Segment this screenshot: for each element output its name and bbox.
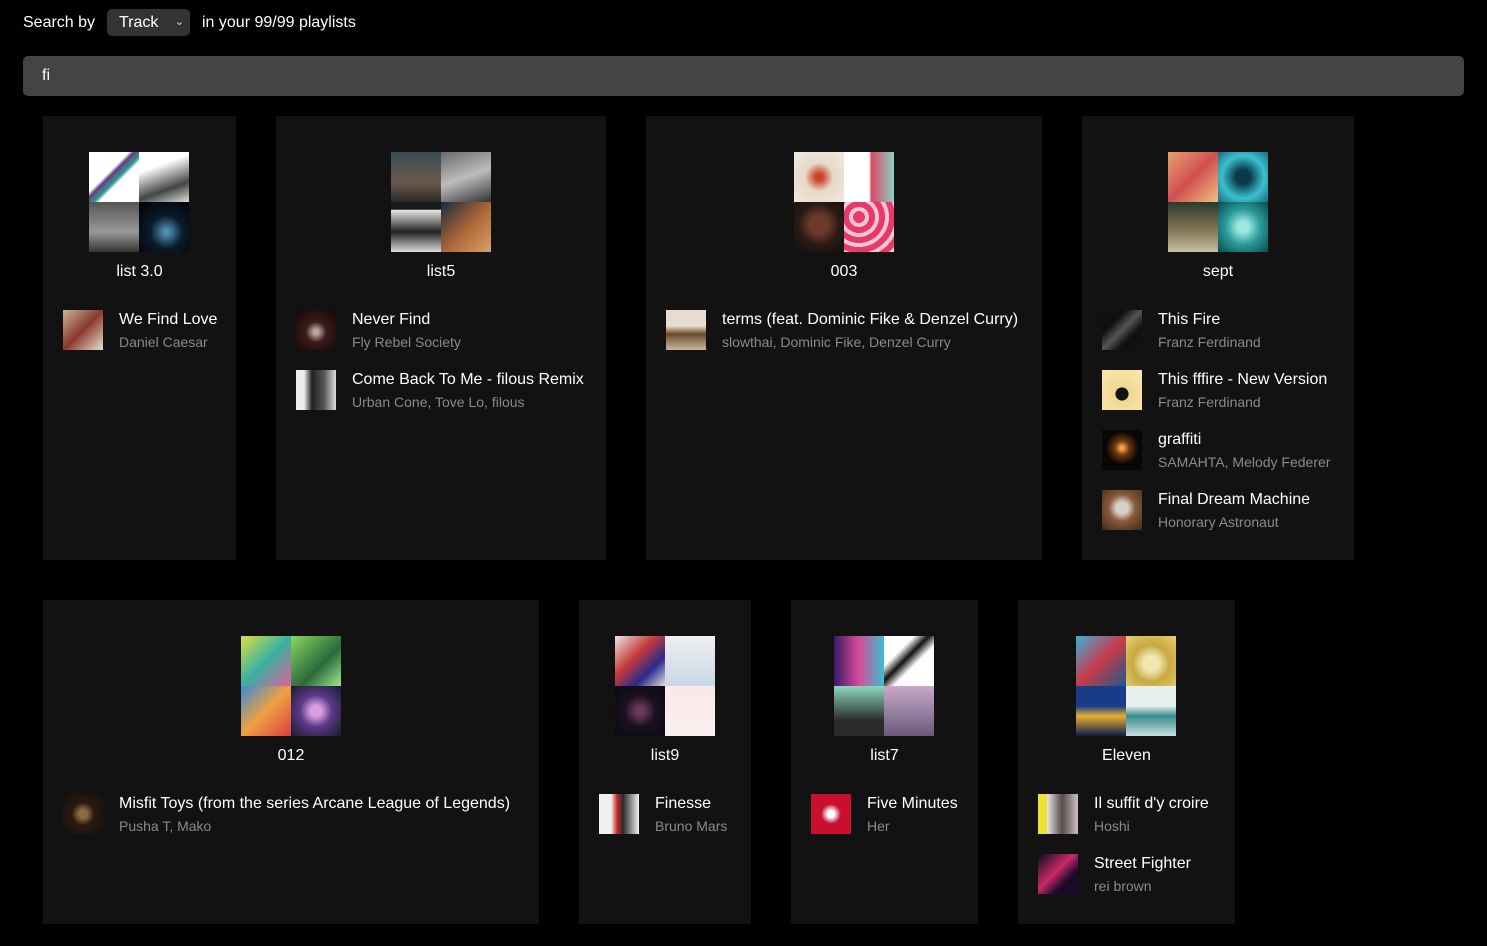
playlist-cover — [615, 636, 715, 736]
search-input-value: fi — [42, 67, 50, 84]
track-title: This Fire — [1158, 311, 1221, 328]
track-artist: Hoshi — [1094, 818, 1130, 834]
search-type-value: Track — [119, 14, 159, 31]
track-artist: Honorary Astronaut — [1158, 514, 1279, 530]
track-artist: slowthai, Dominic Fike, Denzel Curry — [722, 334, 951, 350]
track-title: Final Dream Machine — [1158, 491, 1311, 508]
playlist-name: list 3.0 — [116, 263, 163, 280]
album-art — [1102, 430, 1142, 470]
chevron-down-icon: ⌄ — [174, 16, 184, 28]
track-artist: Fly Rebel Society — [352, 334, 461, 350]
track-artist: Urban Cone, Tove Lo, filous — [352, 394, 525, 410]
track-artist: SAMAHTA, Melody Federer — [1158, 454, 1331, 470]
playlist-cover — [391, 152, 491, 252]
track-title: Come Back To Me - filous Remix — [352, 371, 584, 388]
album-art — [666, 310, 706, 350]
track-title: Never Find — [352, 311, 431, 328]
playlists-count-text: in your 99/99 playlists — [202, 14, 356, 31]
playlist-name: list9 — [650, 747, 680, 764]
playlist-card[interactable]: list 3.0 We Find Love Daniel Caesar — [43, 116, 236, 560]
track-artist: Her — [867, 818, 890, 834]
album-art — [63, 310, 103, 350]
playlist-cover — [1168, 152, 1268, 252]
playlist-card[interactable]: 012 Misfit Toys (from the series Arcane … — [43, 600, 539, 924]
album-art — [1102, 310, 1142, 350]
album-art — [1102, 490, 1142, 530]
track-artist: rei brown — [1094, 878, 1152, 894]
playlist-card[interactable]: Eleven Il suffit d'y croire Hoshi Street… — [1018, 600, 1235, 924]
album-art — [811, 794, 851, 834]
track-title: This fffire - New Version — [1158, 371, 1328, 388]
playlist-name: 003 — [830, 263, 858, 280]
track-artist: Bruno Mars — [655, 818, 728, 834]
album-art — [599, 794, 639, 834]
playlist-name: list7 — [870, 747, 899, 764]
playlist-name: 012 — [277, 747, 305, 764]
track-title: Il suffit d'y croire — [1094, 795, 1209, 812]
playlist-cover — [794, 152, 894, 252]
playlist-cover — [241, 636, 341, 736]
track-artist: Daniel Caesar — [119, 334, 208, 350]
playlist-cover — [834, 636, 934, 736]
playlist-card[interactable]: list7 Five Minutes Her — [791, 600, 978, 924]
album-art — [1038, 794, 1078, 834]
app-root: Search by Track ⌄ in your 99/99 playlist… — [0, 0, 1487, 946]
playlist-name: list5 — [426, 263, 456, 280]
playlist-name: Eleven — [1102, 747, 1151, 764]
track-title: graffiti — [1158, 431, 1202, 448]
track-title: Finesse — [655, 795, 712, 812]
album-art — [296, 310, 336, 350]
album-art — [296, 370, 336, 410]
album-art — [1038, 854, 1078, 894]
track-title: We Find Love — [119, 311, 218, 328]
track-artist: Franz Ferdinand — [1158, 394, 1261, 410]
playlist-card[interactable]: 003 terms (feat. Dominic Fike & Denzel C… — [646, 116, 1042, 560]
track-title: terms (feat. Dominic Fike & Denzel Curry… — [722, 311, 1019, 328]
track-title: Misfit Toys (from the series Arcane Leag… — [119, 795, 511, 812]
search-type-select[interactable]: Track ⌄ — [107, 9, 190, 36]
album-art — [1102, 370, 1142, 410]
track-title: Five Minutes — [867, 795, 958, 812]
playlist-card[interactable]: sept This Fire Franz Ferdinand This fffi… — [1082, 116, 1354, 560]
search-by-label: Search by — [23, 14, 96, 31]
album-art — [63, 794, 103, 834]
playlist-cover — [1076, 636, 1176, 736]
track-artist: Franz Ferdinand — [1158, 334, 1261, 350]
playlist-cover — [89, 152, 189, 252]
search-input[interactable]: fi — [23, 56, 1464, 96]
playlist-card[interactable]: list5 Never Find Fly Rebel Society Come … — [276, 116, 606, 560]
track-title: Street Fighter — [1094, 855, 1191, 872]
track-artist: Pusha T, Mako — [119, 818, 212, 834]
playlist-name: sept — [1202, 263, 1234, 280]
playlist-card[interactable]: list9 Finesse Bruno Mars — [579, 600, 751, 924]
